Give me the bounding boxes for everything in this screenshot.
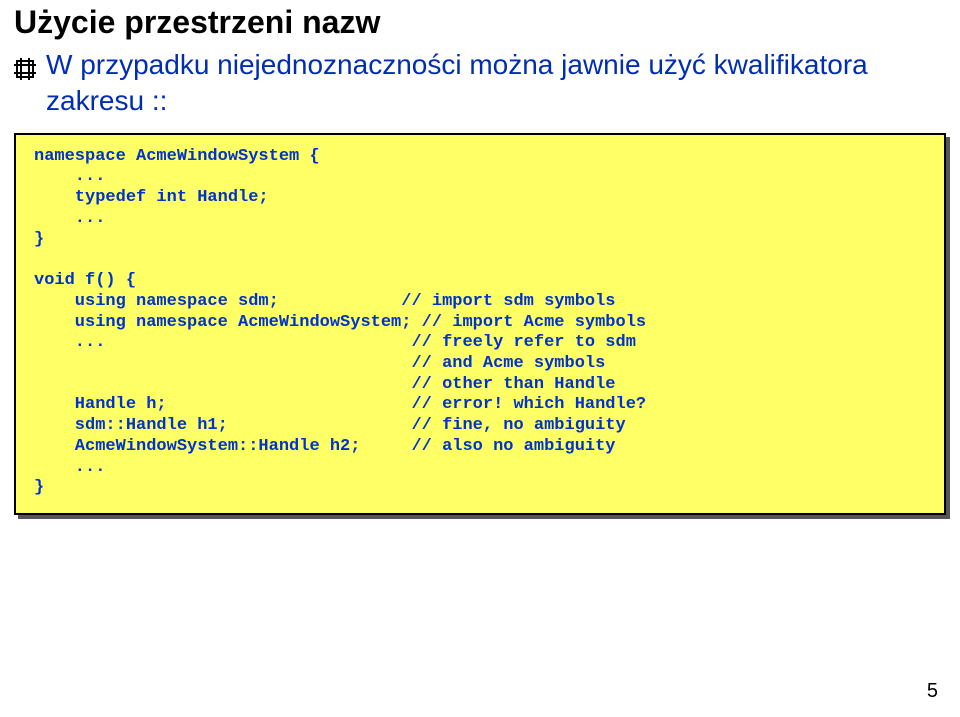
- page-number: 5: [927, 680, 938, 703]
- bullet-block: W przypadku niejednoznaczności można jaw…: [0, 41, 960, 119]
- slide-title: Użycie przestrzeni nazw: [0, 0, 960, 41]
- code-content: namespace AcmeWindowSystem { ... typedef…: [34, 147, 926, 499]
- bullet-icon: [14, 53, 36, 89]
- bullet-item: W przypadku niejednoznaczności można jaw…: [14, 47, 946, 119]
- code-box: namespace AcmeWindowSystem { ... typedef…: [14, 133, 946, 515]
- bullet-text: W przypadku niejednoznaczności można jaw…: [46, 47, 946, 119]
